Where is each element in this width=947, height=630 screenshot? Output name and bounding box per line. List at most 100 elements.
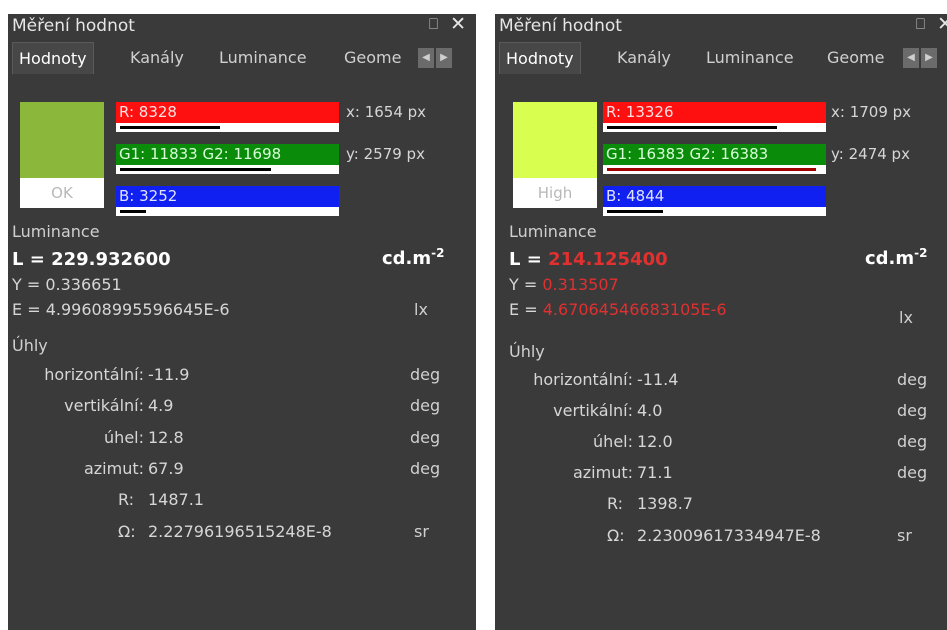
horizontal-label: horizontální: [44,365,144,384]
vertical-label: vertikální: [64,396,144,415]
tab-luminance[interactable]: Luminance [706,48,794,67]
close-icon[interactable]: ✕ [937,14,947,35]
red-level-indicator [120,126,220,129]
green-channel-value: G1: 11833 G2: 11698 [116,144,339,165]
red-channel-bar [116,123,339,132]
pin-icon[interactable]: ⎕ [429,15,438,33]
luminance-unit-exponent: -2 [431,246,445,260]
x-coordinate: x: 1709 px [831,103,912,121]
tab-scroll-right-icon[interactable]: ▶ [921,48,937,68]
Y-label: Y = [12,275,46,294]
azimuth-label: azimut: [572,463,633,482]
tab-geometrie[interactable]: Geome [827,48,884,67]
tab-scroll-left-icon[interactable]: ◀ [903,48,919,68]
vertical-value: 4.9 [148,396,174,415]
horizontal-unit: deg [410,365,441,384]
vertical-label: vertikální: [553,401,633,420]
red-channel-value: R: 13326 [603,102,826,123]
blue-channel-bar [603,207,826,216]
saturation-status-label: High [513,178,597,208]
angle-label: úhel: [593,432,633,451]
E-value: 4.67064546683105E-6 [542,300,727,319]
luminance-Y-row: Y = 0.336651 [12,275,122,294]
green-channel-bar [116,165,339,174]
luminance-unit-base: cd.m [382,248,432,269]
tab-scroll-left-icon[interactable]: ◀ [418,48,434,68]
values-content: OK R: 8328 G1: 11833 G2: 11698 B: 3252 x… [8,76,476,630]
solid-angle-unit: sr [414,522,429,541]
angle-value: 12.8 [148,428,184,447]
panel-title: Měření hodnot [499,16,622,36]
L-value: 214.125400 [548,249,668,270]
luminance-header: Luminance [12,222,100,241]
tab-hodnoty[interactable]: Hodnoty [499,42,581,74]
Y-value: 0.336651 [45,275,122,294]
horizontal-label: horizontální: [533,370,633,389]
angles-header: Úhly [509,342,545,361]
distance-R-label: R: [607,494,624,513]
L-label: L = [12,249,52,270]
angle-unit: deg [410,428,441,447]
tab-geometrie[interactable]: Geome [344,48,401,67]
E-label: E = [509,300,543,319]
y-coordinate: y: 2474 px [831,145,910,163]
horizontal-value: -11.9 [148,365,190,384]
color-swatch [20,102,104,178]
blue-level-indicator [120,210,146,213]
illuminance-unit: lx [414,300,428,319]
tab-luminance[interactable]: Luminance [219,48,307,67]
horizontal-value: -11.4 [637,370,679,389]
azimuth-value: 67.9 [148,459,184,478]
luminance-header: Luminance [509,222,597,241]
luminance-unit-base: cd.m [865,248,915,269]
luminance-unit: cd.m-2 [382,246,445,269]
angles-header: Úhly [12,336,48,355]
luminance-L-row: L = 214.125400 [509,249,668,270]
measurement-panel-left: Měření hodnot ⎕ ✕ Hodnoty Kanály Luminan… [8,14,476,630]
x-coordinate: x: 1654 px [346,103,427,121]
blue-channel-value: B: 3252 [116,186,339,207]
angle-value: 12.0 [637,432,673,451]
illuminance-E-row: E = 4.99608995596645E-6 [12,300,230,319]
vertical-value: 4.0 [637,401,663,420]
azimuth-unit: deg [897,463,928,482]
solid-angle-label: Ω: [118,522,136,541]
panel-title: Měření hodnot [12,16,135,36]
azimuth-unit: deg [410,459,441,478]
azimuth-value: 71.1 [637,463,673,482]
distance-R-value: 1398.7 [637,494,693,513]
close-icon[interactable]: ✕ [450,14,466,35]
luminance-L-row: L = 229.932600 [12,249,171,270]
blue-channel-value: B: 4844 [603,186,826,207]
red-channel-bar [603,123,826,132]
angle-unit: deg [897,432,928,451]
tab-kanaly[interactable]: Kanály [617,48,671,67]
L-label: L = [509,249,549,270]
panel-title-bar[interactable]: Měření hodnot ⎕ ✕ [495,14,947,38]
Y-value: 0.313507 [542,275,619,294]
solid-angle-label: Ω: [607,526,625,545]
luminance-unit: cd.m-2 [865,246,928,269]
distance-R-label: R: [118,490,135,509]
pin-icon[interactable]: ⎕ [916,15,925,33]
tab-hodnoty[interactable]: Hodnoty [12,42,94,74]
luminance-Y-row: Y = 0.313507 [509,275,619,294]
solid-angle-unit: sr [897,526,912,545]
tab-bar: Hodnoty Kanály Luminance Geome ◀ ▶ [495,40,947,74]
measurement-panel-right: Měření hodnot ⎕ ✕ Hodnoty Kanály Luminan… [495,14,947,630]
vertical-unit: deg [410,396,441,415]
L-value: 229.932600 [51,249,171,270]
red-level-indicator [607,126,777,129]
tab-kanaly[interactable]: Kanály [130,48,184,67]
horizontal-unit: deg [897,370,928,389]
tab-scroll-right-icon[interactable]: ▶ [436,48,452,68]
illuminance-E-row: E = 4.67064546683105E-6 [509,300,727,319]
green-channel-value: G1: 16383 G2: 16383 [603,144,826,165]
distance-R-value: 1487.1 [148,490,204,509]
blue-level-indicator [607,210,663,213]
y-coordinate: y: 2579 px [346,145,425,163]
blue-channel-bar [116,207,339,216]
values-content: High R: 13326 G1: 16383 G2: 16383 B: 484… [495,76,947,630]
red-channel-value: R: 8328 [116,102,339,123]
panel-title-bar[interactable]: Měření hodnot ⎕ ✕ [8,14,476,38]
